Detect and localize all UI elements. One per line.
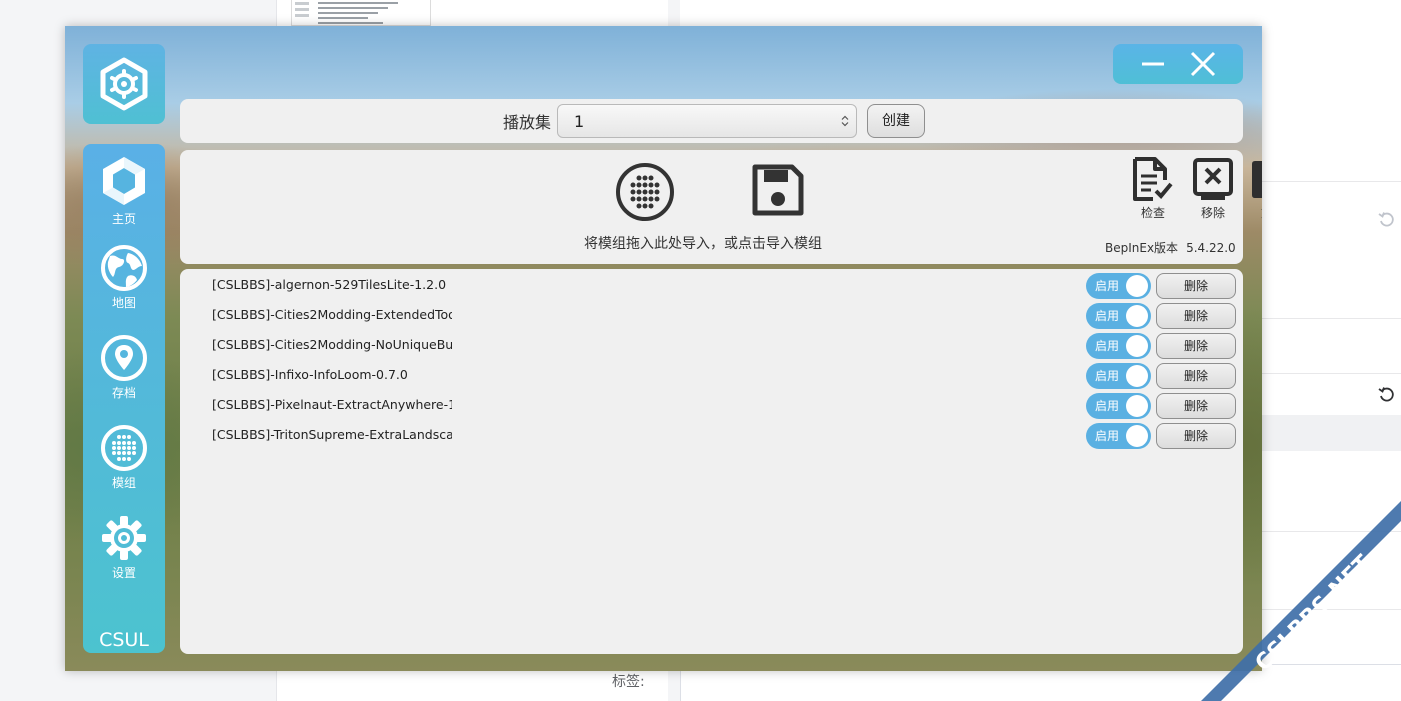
import-panel: 将模组拖入此处导入，或点击导入模组 检查 移除 BepInEx版本 5.4.22… [180, 150, 1262, 264]
brand-label: CSUL [99, 629, 149, 651]
background-divider [1262, 318, 1401, 319]
sidebar-item-label: 设置 [111, 566, 136, 580]
mod-name: [CSLBBS]-Cities2Modding-NoUniqueBuilding… [212, 337, 452, 352]
sidebar-item-label: 地图 [111, 296, 136, 310]
undo-icon[interactable] [1378, 211, 1396, 229]
close-button[interactable] [1178, 44, 1228, 84]
mod-name: [CSLBBS]-TritonSupreme-ExtraLandscaping [212, 427, 452, 442]
mods-dots-icon [101, 425, 147, 471]
close-icon [1190, 51, 1216, 77]
files-button[interactable]: 文件 [1248, 156, 1262, 226]
create-playset-button[interactable]: 创建 [867, 104, 925, 138]
remove-button[interactable]: 移除 [1188, 156, 1238, 226]
delete-mod-button[interactable]: 删除 [1156, 393, 1236, 419]
mod-name: [CSLBBS]-Pixelnaut-ExtractAnywhere-1.0.2 [212, 397, 452, 412]
toggle-label: 启用 [1095, 339, 1120, 353]
mod-enable-toggle[interactable]: 启用 [1086, 393, 1151, 419]
sidebar-item-saves[interactable]: 存档 [83, 334, 165, 414]
mod-enable-toggle[interactable]: 启用 [1086, 273, 1151, 299]
toggle-knob [1126, 275, 1148, 297]
list-item: [CSLBBS]-Infixo-InfoLoom-0.7.0 启用 删除 [180, 361, 1243, 391]
minimize-icon [1142, 62, 1164, 66]
delete-mod-button[interactable]: 删除 [1156, 273, 1236, 299]
globe-icon [101, 245, 147, 291]
bepinex-label: BepInEx版本 [1105, 241, 1179, 255]
playset-selected-value: 1 [574, 112, 585, 131]
background-divider [1262, 373, 1401, 374]
mod-name: [CSLBBS]-algernon-529TilesLite-1.2.0 [212, 277, 447, 292]
delete-mod-button[interactable]: 删除 [1156, 363, 1236, 389]
sidebar: 主页 地图 存档 模组 设置 CSUL [83, 144, 165, 653]
sidebar-item-mods[interactable]: 模组 [83, 424, 165, 504]
list-item: [CSLBBS]-TritonSupreme-ExtraLandscaping … [180, 421, 1243, 451]
toggle-label: 启用 [1095, 279, 1120, 293]
list-item: [CSLBBS]-Cities2Modding-NoUniqueBuilding… [180, 331, 1243, 361]
watermark-text: CSLBBS.NET [1251, 551, 1377, 677]
mods-import-icon[interactable] [614, 161, 676, 223]
toggle-knob [1126, 395, 1148, 417]
mod-enable-toggle[interactable]: 启用 [1086, 363, 1151, 389]
delete-mod-button[interactable]: 删除 [1156, 423, 1236, 449]
undo-icon[interactable] [1378, 386, 1396, 404]
sidebar-item-label: 主页 [111, 212, 136, 226]
home-hexagon-icon [103, 157, 145, 205]
playset-bar: 播放集 1 创建 [180, 99, 1243, 143]
list-item: [CSLBBS]-Cities2Modding-ExtendedTooltip … [180, 301, 1243, 331]
list-item: [CSLBBS]-algernon-529TilesLite-1.2.0 启用 … [180, 271, 1243, 301]
background-divider [1262, 181, 1401, 182]
remove-label: 移除 [1200, 206, 1225, 220]
toggle-label: 启用 [1095, 369, 1120, 383]
chevron-updown-icon [841, 115, 849, 127]
import-hint: 将模组拖入此处导入，或点击导入模组 [584, 236, 822, 252]
mod-name: [CSLBBS]-Infixo-InfoLoom-0.7.0 [212, 367, 408, 382]
delete-mod-button[interactable]: 删除 [1156, 303, 1236, 329]
app-logo-icon [100, 57, 148, 111]
mod-enable-toggle[interactable]: 启用 [1086, 303, 1151, 329]
mod-enable-toggle[interactable]: 启用 [1086, 423, 1151, 449]
app-window: 主页 地图 存档 模组 设置 CSUL 播放集 1 创建 将模组拖入此处导入，或… [65, 26, 1262, 671]
check-button[interactable]: 检查 [1128, 156, 1178, 226]
save-disk-icon[interactable] [750, 162, 806, 218]
gear-icon [102, 516, 146, 560]
list-item: [CSLBBS]-Pixelnaut-ExtractAnywhere-1.0.2… [180, 391, 1243, 421]
mods-list: [CSLBBS]-algernon-529TilesLite-1.2.0 启用 … [180, 269, 1243, 654]
toggle-knob [1126, 305, 1148, 327]
delete-mod-button[interactable]: 删除 [1156, 333, 1236, 359]
check-label: 检查 [1140, 206, 1165, 220]
app-logo [83, 44, 165, 124]
toggle-label: 启用 [1095, 309, 1120, 323]
background-row [1262, 415, 1401, 451]
bepinex-version: 5.4.22.0 [1186, 241, 1236, 255]
remove-box-icon [1193, 158, 1233, 200]
files-label: 文件 [1261, 204, 1262, 221]
tag-label: 标签: [612, 674, 645, 690]
toggle-label: 启用 [1095, 399, 1120, 413]
window-controls [1113, 44, 1243, 84]
mod-enable-toggle[interactable]: 启用 [1086, 333, 1151, 359]
toggle-knob [1126, 335, 1148, 357]
mod-name: [CSLBBS]-Cities2Modding-ExtendedTooltip [212, 307, 452, 322]
minimize-button[interactable] [1128, 44, 1178, 84]
check-file-icon [1133, 157, 1173, 201]
map-pin-icon [101, 335, 147, 381]
toggle-knob [1126, 365, 1148, 387]
toggle-knob [1126, 425, 1148, 447]
sidebar-item-label: 模组 [111, 476, 136, 490]
sidebar-item-settings[interactable]: 设置 [83, 514, 165, 594]
toggle-label: 启用 [1095, 429, 1120, 443]
sidebar-item-label: 存档 [111, 386, 136, 400]
sidebar-item-home[interactable]: 主页 [83, 154, 165, 234]
playset-label: 播放集 [503, 113, 552, 132]
bepinex-version-info: BepInEx版本 5.4.22.0 [1105, 239, 1236, 256]
sidebar-item-map[interactable]: 地图 [83, 244, 165, 324]
background-thumbnail [291, 0, 431, 26]
playset-select[interactable]: 1 [557, 104, 857, 138]
folder-icon [1252, 161, 1262, 198]
watermark-banner: CSLBBS.NET [1201, 501, 1401, 701]
